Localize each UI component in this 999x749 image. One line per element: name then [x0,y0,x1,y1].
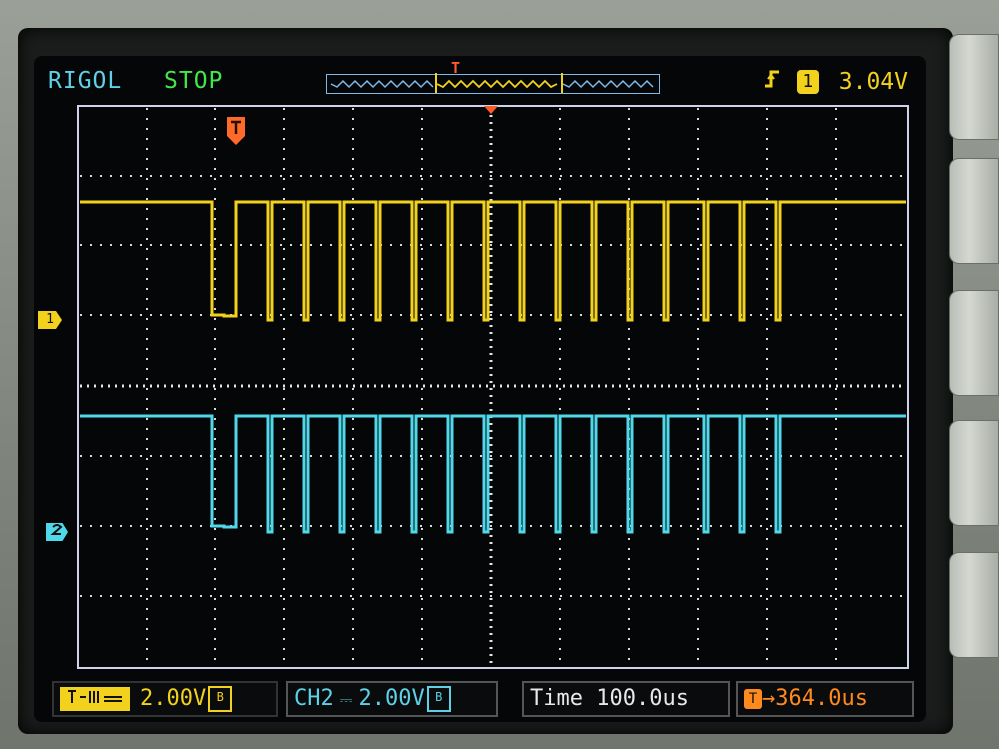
run-state-indicator: STOP [164,68,224,94]
trigger-level: 3.04V [838,69,908,95]
brand-label: RIGOL [48,68,123,94]
ch2-marker-icon [50,524,63,535]
trigger-time-marker-icon[interactable] [226,116,246,146]
measurement-bar: 2.00V B CH2 ⎓ 2.00V B Time 100.0us T →364.0us [50,679,914,717]
ch2-scale-box[interactable]: CH2 ⎓ 2.00V B [286,681,498,717]
ch2-bandwidth-limit-icon: B [426,686,451,712]
ch2-scale: 2.00V [358,686,425,711]
trigger-position-icon: T [451,59,461,77]
ch1-scale: 2.00V [140,686,207,711]
arrow-right-icon: → [762,686,776,711]
trigger-offset-box[interactable]: T →364.0us [736,681,914,717]
timebase-box[interactable]: Time 100.0us [522,681,730,717]
trigger-offset-icon: T [744,689,762,709]
trigger-source-badge: 1 [796,70,819,94]
side-button-column [943,0,999,749]
ch2-label: CH2 [294,686,334,711]
menu-softkey-2[interactable] [949,158,999,264]
graticule [77,105,909,669]
ch1-trace [80,200,906,322]
ch2-trace [80,414,906,534]
memory-depth-indicator: T [326,59,660,94]
status-bar: RIGOL STOP T 1 3.04V [48,59,908,100]
menu-softkey-5[interactable] [949,552,999,658]
dc-coupling-icon: ⎓ [339,690,353,709]
bandwidth-limit-icon: B [208,686,233,712]
timebase-value: 100.0us [596,686,689,711]
trigger-offset-value: 364.0us [775,686,868,711]
rising-edge-icon [761,68,783,96]
timebase-label: Time [530,686,583,711]
waveform-display [76,104,910,670]
menu-softkey-1[interactable] [949,34,999,140]
ch1-scale-box[interactable]: 2.00V B [52,681,278,717]
menu-softkey-4[interactable] [949,420,999,526]
ch1-label-icon [60,687,130,711]
menu-softkey-3[interactable] [949,290,999,396]
trigger-info[interactable]: 1 3.04V [761,68,908,96]
